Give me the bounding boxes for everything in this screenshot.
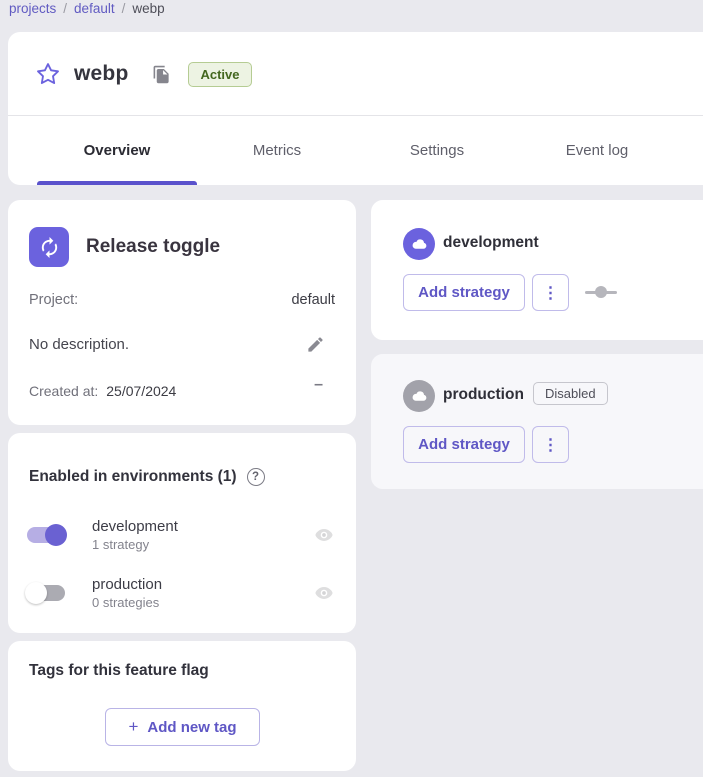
collapse-button[interactable]: – [314,376,323,399]
sync-icon [38,236,61,259]
production-environment-panel: production Disabled Add strategy ⋮ [371,354,703,489]
environment-strategy-count: 0 strategies [92,595,312,610]
environment-strategy-count: 1 strategy [92,537,312,552]
tags-card: Tags for this feature flag + Add new tag [8,641,356,771]
breadcrumb: projects / default / webp [9,1,165,16]
project-row: Project: default [29,292,335,308]
enabled-environments-card: Enabled in environments (1) ? developmen… [8,433,356,633]
add-new-tag-label: Add new tag [147,719,236,736]
release-toggle-icon [29,227,69,267]
copy-name-button[interactable] [150,63,172,85]
feature-title-row: webp Active [8,32,703,116]
add-new-tag-button[interactable]: + Add new tag [105,708,260,746]
environment-toggle-row-production: production 0 strategies [27,571,336,615]
tab-bar: Overview Metrics Settings Event log [37,116,677,185]
star-icon [35,61,61,87]
eye-icon [313,524,335,546]
status-badge: Active [188,62,251,87]
project-label: Project: [29,292,78,308]
development-environment-icon [403,228,435,260]
breadcrumb-default-link[interactable]: default [74,1,115,16]
visibility-button[interactable] [312,523,336,547]
plus-icon: + [128,717,138,737]
visibility-button[interactable] [312,581,336,605]
feature-type-title: Release toggle [86,236,220,258]
edit-description-button[interactable] [304,333,326,355]
description-row: No description. [29,333,335,355]
development-toggle[interactable] [27,527,65,543]
created-at-value: 25/07/2024 [106,383,176,399]
collapsed-strategy-indicator-icon [585,286,617,298]
eye-icon [313,582,335,604]
development-environment-panel: development Add strategy ⋮ [371,200,703,340]
production-environment-icon [403,380,435,412]
feature-details-card: Release toggle Project: default No descr… [8,200,356,425]
tab-settings[interactable]: Settings [357,116,517,185]
breadcrumb-projects-link[interactable]: projects [9,1,56,16]
description-text: No description. [29,336,129,353]
cloud-icon [411,236,428,253]
tab-event-log[interactable]: Event log [517,116,677,185]
kebab-icon: ⋮ [543,435,559,455]
breadcrumb-separator: / [63,1,67,16]
tab-overview[interactable]: Overview [37,116,197,185]
copy-icon [152,65,171,84]
cloud-icon [411,388,428,405]
more-actions-button-development[interactable]: ⋮ [532,274,569,311]
production-toggle[interactable] [27,585,65,601]
pencil-icon [306,335,325,354]
project-value: default [291,292,335,308]
more-actions-button-production[interactable]: ⋮ [532,426,569,463]
tab-metrics[interactable]: Metrics [197,116,357,185]
add-strategy-button-production[interactable]: Add strategy [403,426,525,463]
created-at-label: Created at: [29,383,98,399]
production-panel-title: production [443,386,524,404]
created-at-row: Created at: 25/07/2024 – [29,383,335,399]
toggle-knob [25,582,47,604]
kebab-icon: ⋮ [543,283,559,303]
tags-title: Tags for this feature flag [29,662,209,680]
favorite-button[interactable] [34,60,62,88]
enabled-environments-title: Enabled in environments (1) [29,468,237,486]
breadcrumb-current-page: webp [132,1,164,16]
add-strategy-button-development[interactable]: Add strategy [403,274,525,311]
help-icon[interactable]: ? [247,468,265,486]
feature-header-card: webp Active Overview Metrics Settings Ev… [8,32,703,185]
toggle-knob [45,524,67,546]
breadcrumb-separator: / [122,1,126,16]
feature-name-title: webp [74,62,128,86]
development-panel-title: development [443,234,539,252]
disabled-badge: Disabled [533,382,608,405]
environment-toggle-row-development: development 1 strategy [27,513,336,557]
environment-name: production [92,576,312,593]
active-tab-underline [37,181,197,185]
environment-name: development [92,518,312,535]
